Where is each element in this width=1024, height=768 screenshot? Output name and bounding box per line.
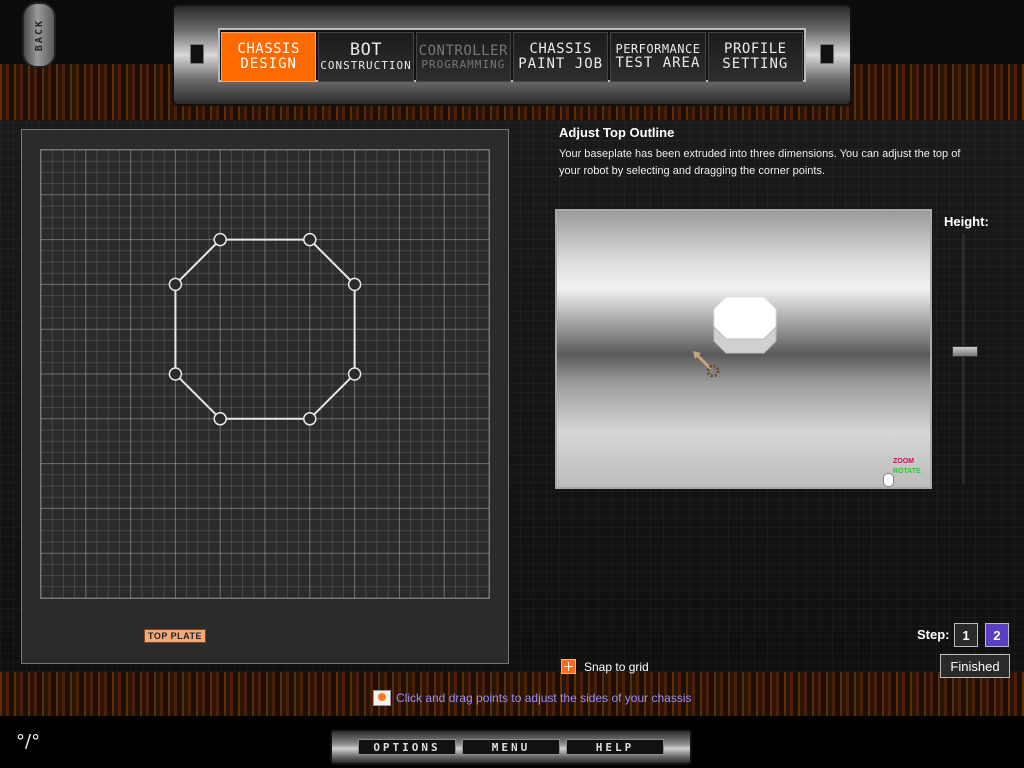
zoom-label: ZOOM bbox=[893, 458, 914, 465]
outline-corner-handle[interactable] bbox=[347, 367, 362, 381]
outline-grid[interactable] bbox=[40, 149, 490, 599]
main-nav-frame: CHASSIS DESIGN BOT CONSTRUCTION CONTROLL… bbox=[172, 4, 852, 106]
tab-bot-construction[interactable]: BOT CONSTRUCTION bbox=[318, 32, 414, 82]
outline-corner-handle[interactable] bbox=[303, 412, 317, 426]
hint-bar: Click and drag points to adjust the side… bbox=[373, 690, 692, 706]
tab-performance-test-area[interactable]: PERFORMANCE TEST AREA bbox=[610, 32, 706, 82]
main-nav: CHASSIS DESIGN BOT CONSTRUCTION CONTROLL… bbox=[218, 28, 806, 82]
height-slider-handle[interactable] bbox=[952, 346, 978, 357]
outline-corner-handle[interactable] bbox=[213, 412, 227, 426]
snap-grid-icon[interactable] bbox=[561, 659, 576, 674]
outline-corner-handle[interactable] bbox=[213, 232, 227, 247]
outline-editor-panel: TOP PLATE bbox=[21, 129, 509, 664]
height-track[interactable] bbox=[962, 234, 965, 484]
nav-cap-right bbox=[820, 44, 834, 64]
hint-text: Click and drag points to adjust the side… bbox=[396, 691, 692, 705]
tab-label-line1: CHASSIS bbox=[237, 41, 300, 58]
step-1-button[interactable]: 1 bbox=[954, 623, 978, 647]
instructions-title: Adjust Top Outline bbox=[559, 125, 675, 140]
step-2-button[interactable]: 2 bbox=[985, 623, 1009, 647]
outline-corner-handle[interactable] bbox=[168, 277, 183, 292]
rotate-label: ROTATE bbox=[893, 468, 921, 475]
logo-icon: °/° bbox=[16, 731, 41, 752]
tab-label-line1: CONTROLLER bbox=[418, 42, 508, 59]
tab-label-line2: DESIGN bbox=[240, 56, 297, 72]
step-label: Step: bbox=[917, 627, 950, 642]
tab-chassis-paint-job[interactable]: CHASSIS PAINT JOB bbox=[512, 32, 609, 82]
mouse-icon bbox=[883, 473, 894, 487]
instructions-text: Your baseplate has been extruded into th… bbox=[559, 148, 961, 177]
tab-controller-programming[interactable]: CONTROLLER PROGRAMMING bbox=[415, 32, 511, 82]
3d-preview-viewport[interactable]: ZOOM ROTATE bbox=[555, 209, 932, 489]
nav-cap-left bbox=[190, 44, 204, 64]
tab-profile-setting[interactable]: PROFILE SETTING bbox=[707, 32, 803, 82]
tab-label-line2: SETTING bbox=[722, 56, 789, 72]
height-label: Height: bbox=[944, 214, 989, 229]
tab-label-line2: CONSTRUCTION bbox=[320, 59, 412, 73]
tab-label-line2: PROGRAMMING bbox=[421, 57, 506, 71]
options-button[interactable]: OPTIONS bbox=[358, 739, 456, 755]
tab-label-line1: PROFILE bbox=[724, 41, 787, 58]
top-plate-label: TOP PLATE bbox=[144, 629, 207, 643]
menu-button[interactable]: MENU bbox=[462, 739, 560, 755]
help-button[interactable]: HELP bbox=[566, 739, 664, 755]
bottom-menu: OPTIONS MENU HELP bbox=[330, 729, 692, 765]
grid-canvas[interactable] bbox=[41, 150, 489, 598]
back-label: BACK bbox=[33, 18, 45, 52]
tab-label-line1: BOT bbox=[349, 40, 383, 61]
tab-label-line2: TEST AREA bbox=[615, 54, 701, 71]
tab-chassis-design[interactable]: CHASSIS DESIGN bbox=[221, 32, 317, 82]
rotate-gizmo-icon[interactable] bbox=[691, 349, 723, 381]
snap-to-grid-toggle[interactable]: Snap to grid bbox=[561, 659, 649, 674]
snap-to-grid-label: Snap to grid bbox=[584, 659, 649, 674]
back-button[interactable]: BACK bbox=[22, 2, 56, 68]
tips-icon bbox=[373, 690, 391, 706]
outline-corner-handle[interactable] bbox=[347, 277, 362, 292]
finished-button[interactable]: Finished bbox=[940, 654, 1010, 678]
outline-corner-handle[interactable] bbox=[168, 367, 183, 381]
outline-corner-handle[interactable] bbox=[303, 232, 317, 247]
tab-label-line1: CHASSIS bbox=[529, 41, 592, 58]
tab-label-line2: PAINT JOB bbox=[518, 56, 604, 72]
